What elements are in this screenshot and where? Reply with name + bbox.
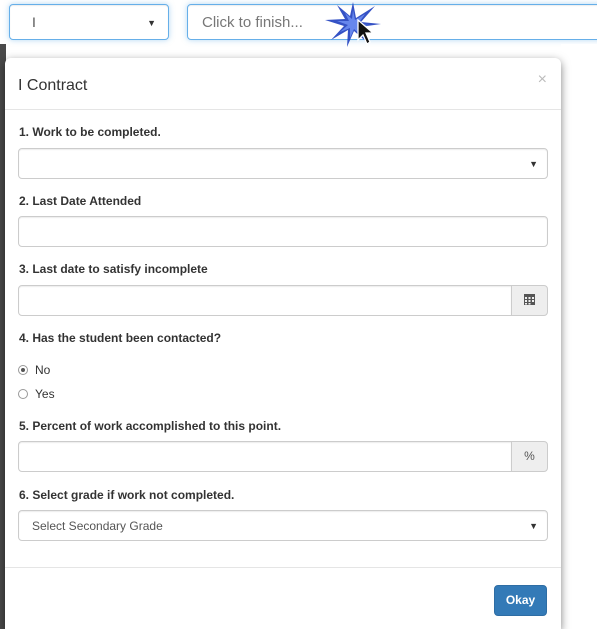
cursor-icon — [325, 2, 381, 47]
chevron-down-icon: ▼ — [529, 521, 538, 531]
secondary-grade-select[interactable]: Select Secondary Grade ▼ — [18, 510, 548, 541]
work-to-be-completed-select[interactable]: ▼ — [18, 148, 548, 179]
modal-header: I Contract × — [5, 58, 561, 110]
chevron-down-icon: ▼ — [529, 159, 538, 169]
grade-select[interactable]: I ▼ — [9, 4, 169, 40]
close-icon[interactable]: × — [538, 71, 547, 89]
calendar-button[interactable] — [511, 285, 548, 316]
grade-select-value: I — [32, 14, 36, 30]
percent-addon: % — [511, 441, 548, 472]
question-3-label: 3. Last date to satisfy incomplete — [19, 262, 208, 276]
modal-backdrop-right — [561, 44, 597, 629]
percent-work-input[interactable] — [18, 441, 512, 472]
question-2-label: 2. Last Date Attended — [19, 194, 142, 208]
question-4-label: 4. Has the student been contacted? — [19, 331, 222, 345]
chevron-down-icon: ▼ — [147, 18, 156, 28]
finish-input-placeholder: Click to finish... — [202, 14, 303, 31]
modal-title: I Contract — [18, 77, 88, 94]
radio-yes[interactable]: Yes — [18, 387, 55, 401]
secondary-grade-value: Select Secondary Grade — [32, 519, 163, 533]
contract-modal: I Contract × 1. Work to be completed. ▼ … — [5, 58, 561, 629]
question-1-label: 1. Work to be completed. — [19, 125, 161, 139]
modal-footer: Okay — [5, 567, 561, 629]
radio-checked-icon[interactable] — [18, 365, 28, 375]
question-6-label: 6. Select grade if work not completed. — [19, 488, 235, 502]
calendar-icon — [524, 294, 535, 305]
radio-no-label: No — [35, 363, 51, 377]
radio-yes-label: Yes — [35, 387, 55, 401]
finish-input[interactable]: Click to finish... — [187, 4, 597, 40]
last-date-attended-input[interactable] — [18, 216, 548, 247]
radio-unchecked-icon[interactable] — [18, 389, 28, 399]
question-5-label: 5. Percent of work accomplished to this … — [19, 419, 282, 433]
last-date-satisfy-input[interactable] — [18, 285, 512, 316]
okay-button[interactable]: Okay — [494, 585, 547, 616]
radio-no[interactable]: No — [18, 363, 50, 377]
